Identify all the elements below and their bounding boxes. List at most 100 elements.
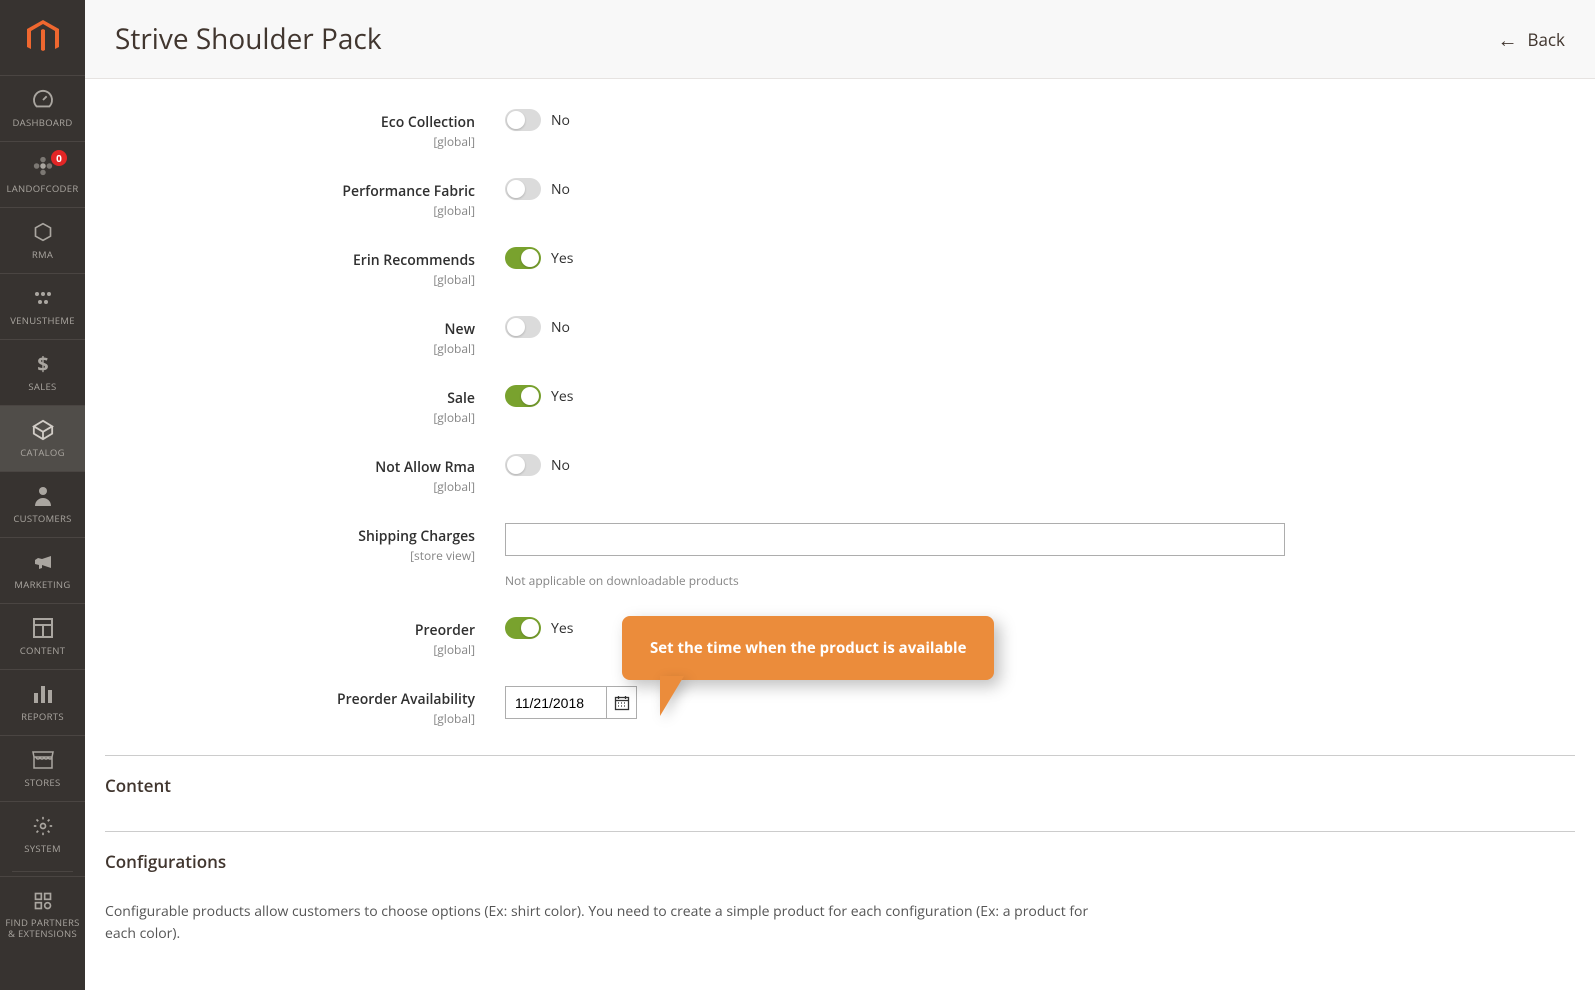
nav-reports[interactable]: REPORTS (0, 669, 85, 735)
section-content[interactable]: Content (105, 755, 1575, 811)
input-shipping-charges[interactable] (505, 523, 1285, 556)
main-content: Strive Shoulder Pack ← Back Eco Collecti… (85, 0, 1595, 990)
toggle-state: No (551, 180, 570, 199)
toggle-preorder[interactable] (505, 617, 541, 639)
magento-logo-icon (27, 20, 59, 56)
hex-icon (31, 220, 55, 244)
calendar-button[interactable] (606, 687, 636, 718)
storefront-icon (31, 748, 55, 772)
scope-label: [global] (105, 340, 475, 357)
toggle-state: Yes (551, 249, 573, 268)
toggle-not-allow-rma[interactable] (505, 454, 541, 476)
label-erin-recommends: Erin Recommends (105, 251, 475, 270)
nav-label: REPORTS (21, 710, 64, 723)
nav-system[interactable]: SYSTEM (0, 801, 85, 867)
toggle-state: No (551, 318, 570, 337)
person-icon (31, 484, 55, 508)
toggle-state: No (551, 111, 570, 130)
nav-stores[interactable]: STORES (0, 735, 85, 801)
nav-landofcoder[interactable]: 0 LANDOFCODER (0, 141, 85, 207)
section-title-configurations: Configurations (105, 850, 1575, 873)
label-sale: Sale (105, 389, 475, 408)
nav-label: CUSTOMERS (13, 512, 71, 525)
row-not-allow-rma: Not Allow Rma [global] No (105, 454, 1305, 495)
toggle-erin-recommends[interactable] (505, 247, 541, 269)
nav-marketing[interactable]: MARKETING (0, 537, 85, 603)
nav-sales[interactable]: $ SALES (0, 339, 85, 405)
nav-badge: 0 (51, 150, 67, 166)
calendar-icon (614, 695, 630, 711)
scope-label: [global] (105, 478, 475, 495)
nav-label: SYSTEM (24, 842, 61, 855)
nav-label: DASHBOARD (12, 116, 72, 129)
nav-partners[interactable]: FIND PARTNERS & EXTENSIONS (0, 876, 85, 952)
dollar-icon: $ (31, 352, 55, 376)
scope-label: [global] (105, 641, 475, 658)
scope-label: [store view] (105, 547, 475, 564)
toggle-state: Yes (551, 619, 573, 638)
tooltip-text: Set the time when the product is availab… (650, 638, 966, 658)
bars-icon (31, 682, 55, 706)
nav-label: FIND PARTNERS & EXTENSIONS (5, 917, 79, 940)
row-new: New [global] No (105, 316, 1305, 357)
row-preorder-availability: Preorder Availability [global] Set the t… (105, 686, 1305, 727)
nav-content[interactable]: CONTENT (0, 603, 85, 669)
nav-label: SALES (28, 380, 56, 393)
scope-label: [global] (105, 409, 475, 426)
back-label: Back (1527, 28, 1565, 51)
blocks-icon (31, 616, 55, 640)
nav-label: CONTENT (20, 644, 66, 657)
nav-label: VENUSTHEME (10, 314, 75, 327)
label-preorder-availability: Preorder Availability (105, 690, 475, 709)
cube-icon (31, 418, 55, 442)
toggle-eco-collection[interactable] (505, 109, 541, 131)
row-shipping-charges: Shipping Charges [store view] Not applic… (105, 523, 1305, 589)
nav-venustheme[interactable]: VENUSTHEME (0, 273, 85, 339)
gauge-icon (31, 88, 55, 112)
date-field-wrap (505, 686, 637, 719)
admin-sidebar: DASHBOARD 0 LANDOFCODER RMA VENUSTHEME (0, 0, 85, 990)
magento-logo[interactable] (0, 0, 85, 75)
nav-label: CATALOG (20, 446, 65, 459)
row-erin-recommends: Erin Recommends [global] Yes (105, 247, 1305, 288)
label-shipping-charges: Shipping Charges (105, 527, 475, 546)
svg-text:$: $ (37, 353, 48, 375)
link-icon (31, 889, 55, 913)
dots-icon (31, 286, 55, 310)
input-preorder-availability[interactable] (506, 687, 606, 718)
nav-label: RMA (32, 248, 53, 261)
nav-label: LANDOFCODER (6, 182, 78, 195)
nav-rma[interactable]: RMA (0, 207, 85, 273)
nav-dashboard[interactable]: DASHBOARD (0, 75, 85, 141)
scope-label: [global] (105, 710, 475, 727)
nav-label: STORES (25, 776, 61, 789)
section-configurations[interactable]: Configurations (105, 831, 1575, 887)
row-eco-collection: Eco Collection [global] No (105, 109, 1305, 150)
megaphone-icon (31, 550, 55, 574)
label-preorder: Preorder (105, 621, 475, 640)
nav-label: MARKETING (14, 578, 70, 591)
gear-icon (31, 814, 55, 838)
label-new: New (105, 320, 475, 339)
nav-catalog[interactable]: CATALOG (0, 405, 85, 471)
row-performance-fabric: Performance Fabric [global] No (105, 178, 1305, 219)
row-sale: Sale [global] Yes (105, 385, 1305, 426)
scope-label: [global] (105, 133, 475, 150)
toggle-state: Yes (551, 387, 573, 406)
label-not-allow-rma: Not Allow Rma (105, 458, 475, 477)
toggle-performance-fabric[interactable] (505, 178, 541, 200)
back-button[interactable]: ← Back (1497, 26, 1565, 53)
section-title-content: Content (105, 774, 1575, 797)
scope-label: [global] (105, 271, 475, 288)
page-header: Strive Shoulder Pack ← Back (85, 0, 1595, 79)
configurations-description: Configurable products allow customers to… (105, 887, 1105, 960)
back-arrow-icon: ← (1497, 26, 1517, 53)
label-performance-fabric: Performance Fabric (105, 182, 475, 201)
page-title: Strive Shoulder Pack (115, 20, 382, 58)
toggle-new[interactable] (505, 316, 541, 338)
nav-customers[interactable]: CUSTOMERS (0, 471, 85, 537)
toggle-sale[interactable] (505, 385, 541, 407)
label-eco-collection: Eco Collection (105, 113, 475, 132)
helper-shipping: Not applicable on downloadable products (505, 572, 739, 589)
toggle-state: No (551, 456, 570, 475)
